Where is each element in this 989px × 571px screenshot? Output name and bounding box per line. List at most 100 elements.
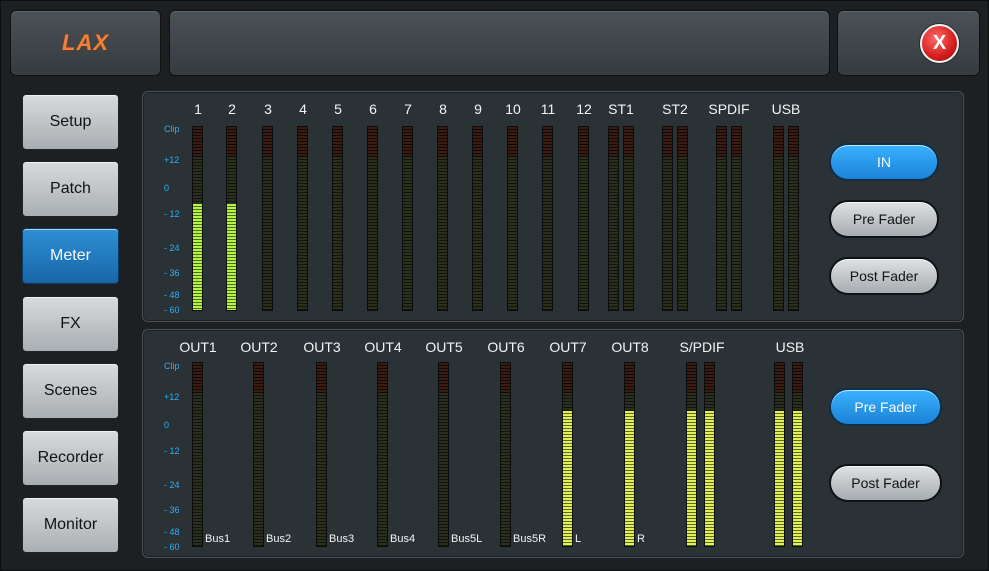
input-meter <box>542 126 553 311</box>
input-meter-right <box>731 126 742 311</box>
output-channel-label: OUT5 <box>425 339 463 355</box>
output-source-label: Bus2 <box>266 533 292 545</box>
meter-clip-zone <box>793 363 802 393</box>
meter-level <box>705 411 714 546</box>
close-button[interactable]: X <box>920 24 959 63</box>
meter-clip-zone <box>774 127 783 157</box>
input-meter <box>507 126 518 311</box>
output-pre-fader-button[interactable]: Pre Fader <box>829 388 942 426</box>
post-fader-label: Post Fader <box>851 475 920 491</box>
pre-fader-label: Pre Fader <box>854 399 917 415</box>
nav-label: Patch <box>50 180 91 197</box>
output-meter <box>562 362 573 547</box>
scale-label: Clip <box>164 361 180 371</box>
input-pre-fader-button[interactable]: Pre Fader <box>829 200 939 238</box>
meter-level <box>687 411 696 546</box>
scale-label: - 24 <box>164 242 180 253</box>
output-meter <box>624 362 635 547</box>
logo-box: LAX <box>10 10 161 76</box>
output-meter-left <box>774 362 785 547</box>
meter-clip-zone <box>717 127 726 157</box>
input-meter-right <box>677 126 688 311</box>
meter-clip-zone <box>775 363 784 393</box>
scale-label: - 36 <box>164 268 180 279</box>
scale-label: +12 <box>164 155 180 166</box>
nav-fx-button[interactable]: FX <box>22 296 119 352</box>
nav-label: Meter <box>50 247 91 264</box>
input-meter <box>192 126 203 311</box>
nav-label: Monitor <box>43 516 98 533</box>
output-meter-panel <box>142 329 964 558</box>
nav-meter-button[interactable]: Meter <box>22 228 119 284</box>
nav-recorder-button[interactable]: Recorder <box>22 430 119 486</box>
meter-clip-zone <box>473 127 482 157</box>
input-meter-left <box>608 126 619 311</box>
meter-clip-zone <box>378 363 387 393</box>
output-channel-label: S/PDIF <box>679 339 725 355</box>
nav-setup-button[interactable]: Setup <box>22 94 119 150</box>
output-channel-label: OUT2 <box>240 339 278 355</box>
meter-clip-zone <box>438 127 447 157</box>
nav-label: Scenes <box>43 382 98 399</box>
meter-level <box>227 204 236 310</box>
output-source-label: R <box>637 533 645 545</box>
meter-level <box>793 411 802 546</box>
nav-patch-button[interactable]: Patch <box>22 161 119 217</box>
input-meter <box>262 126 273 311</box>
close-icon: X <box>932 32 947 54</box>
input-channel-label: ST2 <box>662 101 688 117</box>
input-channel-label: ST1 <box>608 101 634 117</box>
meter-clip-zone <box>333 127 342 157</box>
input-meter-left <box>716 126 727 311</box>
nav-monitor-button[interactable]: Monitor <box>22 497 119 553</box>
output-source-label: Bus5R <box>513 533 547 545</box>
meter-clip-zone <box>705 363 714 393</box>
output-meter <box>192 362 203 547</box>
title-bar <box>169 10 830 76</box>
input-post-fader-button[interactable]: Post Fader <box>829 257 939 295</box>
meter-clip-zone <box>508 127 517 157</box>
input-meter <box>472 126 483 311</box>
meter-clip-zone <box>368 127 377 157</box>
input-channel-label: SPDIF <box>708 101 750 117</box>
input-meter <box>578 126 589 311</box>
meter-clip-zone <box>687 363 696 393</box>
output-post-fader-button[interactable]: Post Fader <box>829 464 942 502</box>
input-channel-label: USB <box>771 101 801 117</box>
nav-label: FX <box>60 315 81 332</box>
nav-label: Setup <box>49 113 92 130</box>
in-button-label: IN <box>877 154 891 170</box>
meter-clip-zone <box>789 127 798 157</box>
in-button[interactable]: IN <box>829 143 939 181</box>
input-meter-right <box>623 126 634 311</box>
input-meter <box>332 126 343 311</box>
meter-clip-zone <box>678 127 687 157</box>
meter-level <box>625 411 634 546</box>
post-fader-label: Post Fader <box>849 268 919 284</box>
output-meter <box>438 362 449 547</box>
meter-clip-zone <box>501 363 510 393</box>
pre-fader-label: Pre Fader <box>852 211 916 227</box>
output-source-label: Bus5L <box>451 533 483 545</box>
meter-clip-zone <box>624 127 633 157</box>
output-source-label: Bus1 <box>205 533 231 545</box>
input-meter-right <box>788 126 799 311</box>
meter-clip-zone <box>609 127 618 157</box>
scale-label: - 12 <box>164 208 180 219</box>
nav-scenes-button[interactable]: Scenes <box>22 363 119 419</box>
meter-clip-zone <box>254 363 263 393</box>
meter-clip-zone <box>625 363 634 393</box>
nav-label: Recorder <box>37 449 104 466</box>
output-meter <box>500 362 511 547</box>
output-meter-left <box>686 362 697 547</box>
meter-clip-zone <box>263 127 272 157</box>
output-meter-right <box>792 362 803 547</box>
meter-clip-zone <box>298 127 307 157</box>
input-meter <box>226 126 237 311</box>
meter-clip-zone <box>732 127 741 157</box>
scale-label: - 60 <box>164 305 180 316</box>
output-meter <box>377 362 388 547</box>
meter-clip-zone <box>543 127 552 157</box>
meter-clip-zone <box>193 127 202 157</box>
output-source-label: Bus3 <box>329 533 355 545</box>
